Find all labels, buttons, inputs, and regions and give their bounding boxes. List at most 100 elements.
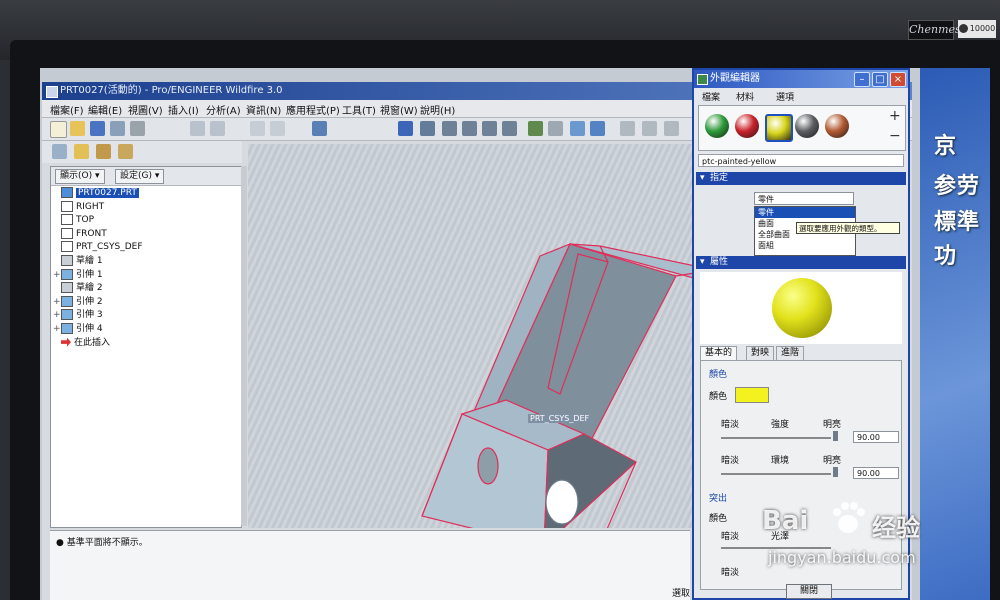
- assign-option[interactable]: 面組: [755, 240, 855, 251]
- open-folder-icon[interactable]: [70, 121, 85, 136]
- saved-views-icon[interactable]: [548, 121, 563, 136]
- tree-item[interactable]: + 引伸 4: [53, 323, 103, 336]
- color-swatch-button[interactable]: [735, 387, 769, 403]
- appearance-menu-material[interactable]: 材料: [736, 90, 754, 103]
- menu-insert[interactable]: 插入(I): [168, 102, 199, 117]
- ambient-slider-track[interactable]: [721, 473, 831, 475]
- menu-window[interactable]: 視窗(W): [380, 102, 418, 117]
- expand-toggle-icon[interactable]: +: [53, 296, 61, 309]
- spin-center-icon[interactable]: [420, 121, 435, 136]
- minus-icon[interactable]: −: [889, 128, 901, 144]
- wireframe-icon[interactable]: [590, 121, 605, 136]
- tab-advanced[interactable]: 進階: [776, 346, 805, 360]
- menu-applications[interactable]: 應用程式(P): [286, 102, 340, 117]
- properties-section-header[interactable]: 屬性: [696, 256, 906, 269]
- ambient-slider-handle[interactable]: [833, 467, 838, 477]
- assign-section-header[interactable]: 指定: [696, 172, 906, 185]
- save-icon[interactable]: [90, 121, 105, 136]
- repaint-icon[interactable]: [398, 121, 413, 136]
- close-window-button[interactable]: ×: [890, 72, 906, 87]
- menu-help[interactable]: 說明(H): [420, 102, 455, 117]
- extrude-icon: [61, 309, 73, 321]
- intensity-slider-track[interactable]: [721, 437, 831, 439]
- close-button[interactable]: 關閉: [786, 584, 832, 599]
- shading-icon[interactable]: [570, 121, 585, 136]
- material-swatch[interactable]: [735, 114, 759, 138]
- intensity-value-field[interactable]: 90.00: [853, 431, 899, 443]
- tree-item[interactable]: RIGHT: [53, 200, 104, 214]
- tree-item-label: 引伸 1: [76, 269, 103, 280]
- menu-view[interactable]: 視圖(V): [128, 102, 163, 117]
- tree-item-label: 引伸 3: [76, 310, 103, 321]
- hidden-line-icon[interactable]: [620, 121, 635, 136]
- menu-analysis[interactable]: 分析(A): [206, 102, 241, 117]
- copy-icon[interactable]: [110, 121, 125, 136]
- plus-icon[interactable]: +: [889, 108, 901, 124]
- settings-menu-button[interactable]: 設定(G) ▾: [115, 169, 165, 184]
- tree-item[interactable]: + 引伸 3: [53, 309, 103, 322]
- orient-icon[interactable]: [442, 121, 457, 136]
- new-file-icon[interactable]: [50, 121, 67, 138]
- no-hidden-icon[interactable]: [642, 121, 657, 136]
- tab-basic[interactable]: 基本的: [700, 346, 738, 360]
- tree-item-label: 在此插入: [74, 337, 111, 348]
- tree-item[interactable]: FRONT: [53, 227, 107, 241]
- show-menu-button[interactable]: 顯示(O) ▾: [55, 169, 105, 184]
- favorites-icon[interactable]: [96, 144, 111, 159]
- panel-splitter[interactable]: [241, 166, 247, 526]
- assign-section: 零件 零件 曲面 全部曲面 面組 選取要應用外觀的類型。: [700, 188, 902, 256]
- intensity-slider-handle[interactable]: [833, 431, 838, 441]
- connections-icon[interactable]: [118, 144, 133, 159]
- menu-info[interactable]: 資訊(N): [246, 102, 281, 117]
- expand-toggle-icon[interactable]: +: [53, 269, 61, 282]
- material-swatch[interactable]: [795, 114, 819, 138]
- view-manager-icon[interactable]: [528, 121, 543, 136]
- material-swatch[interactable]: [705, 114, 729, 138]
- tree-item[interactable]: + 引伸 1: [53, 268, 103, 282]
- property-tabs: 基本的 對映 進階: [700, 346, 902, 360]
- folder-browser-icon[interactable]: [74, 144, 89, 159]
- sketch-icon: [61, 255, 73, 266]
- print-icon[interactable]: [130, 121, 145, 136]
- tree-item[interactable]: PRT_CSYS_DEF: [53, 241, 143, 254]
- tree-item[interactable]: + 引伸 2: [53, 295, 103, 309]
- expand-toggle-icon[interactable]: +: [53, 309, 61, 322]
- material-swatch-selected[interactable]: [765, 114, 793, 142]
- graphics-window[interactable]: PRT_CSYS_DEF: [248, 144, 694, 528]
- paste-icon[interactable]: [270, 121, 285, 136]
- redo-icon[interactable]: [210, 121, 225, 136]
- tree-item[interactable]: PRT0027.PRT: [53, 187, 139, 200]
- tree-item[interactable]: 在此插入: [53, 337, 110, 350]
- material-swatch[interactable]: [825, 114, 849, 138]
- tree-item[interactable]: 草繪 1: [53, 255, 103, 268]
- expand-toggle-icon[interactable]: +: [53, 323, 61, 336]
- maximize-button[interactable]: □: [872, 72, 888, 87]
- baidu-watermark: Bai 经验 jingyan.baidu.com: [762, 498, 952, 578]
- datum-display-icon[interactable]: [664, 121, 679, 136]
- menu-file[interactable]: 檔案(F): [50, 102, 84, 117]
- assign-type-select[interactable]: 零件: [754, 192, 854, 205]
- menu-tools[interactable]: 工具(T): [342, 102, 376, 117]
- cut-icon[interactable]: [250, 121, 265, 136]
- desktop-text: 京: [934, 133, 958, 159]
- regenerate-icon[interactable]: [312, 121, 327, 136]
- insert-arrow-icon: [61, 337, 71, 347]
- tree-item[interactable]: 草繪 2: [53, 282, 103, 295]
- desktop-text: 参劳: [934, 173, 981, 199]
- tab-map[interactable]: 對映: [746, 346, 775, 360]
- model-tree-icon[interactable]: [52, 144, 67, 159]
- appearance-menu-bar: 檔案 材料 選項: [696, 89, 906, 103]
- assign-option[interactable]: 零件: [755, 207, 855, 218]
- appearance-menu-file[interactable]: 檔案: [702, 90, 720, 103]
- zoom-in-icon[interactable]: [462, 121, 477, 136]
- minimize-button[interactable]: –: [854, 72, 870, 87]
- refit-icon[interactable]: [502, 121, 517, 136]
- menu-edit[interactable]: 編輯(E): [88, 102, 122, 117]
- dim-label: 暗淡: [721, 456, 740, 466]
- material-name-field[interactable]: ptc-painted-yellow: [698, 154, 904, 167]
- appearance-menu-options[interactable]: 選項: [776, 90, 794, 103]
- tree-item[interactable]: TOP: [53, 214, 94, 227]
- undo-icon[interactable]: [190, 121, 205, 136]
- ambient-value-field[interactable]: 90.00: [853, 467, 899, 479]
- zoom-out-icon[interactable]: [482, 121, 497, 136]
